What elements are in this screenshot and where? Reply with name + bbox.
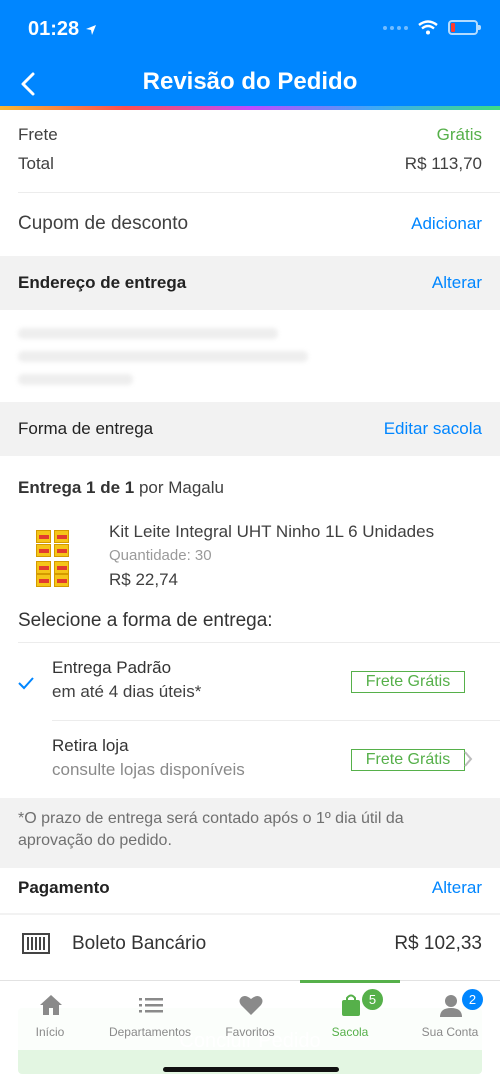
shipping-option-standard[interactable]: Entrega Padrão em até 4 dias úteis* Fret…: [0, 644, 500, 720]
page-title: Revisão do Pedido: [142, 68, 358, 95]
delivery-note: *O prazo de entrega será contado após o …: [0, 798, 500, 868]
tab-label: Sacola: [331, 1025, 369, 1039]
product-price: R$ 22,74: [109, 570, 178, 589]
wifi-icon: [418, 20, 438, 35]
total-label: Total: [18, 154, 54, 173]
edit-bag-link[interactable]: Editar sacola: [384, 419, 482, 439]
product-image: [36, 530, 72, 588]
user-icon: [440, 995, 462, 1017]
bag-icon: [342, 994, 360, 1016]
signal-icon: [383, 25, 408, 30]
chevron-right-icon: [464, 751, 473, 767]
barcode-icon: [22, 933, 50, 954]
divider: [18, 192, 500, 193]
frete-row: Frete Grátis: [0, 124, 500, 146]
status-bar: 01:28: [0, 0, 500, 58]
free-shipping-badge: Frete Grátis: [351, 749, 465, 771]
payment-method[interactable]: Boleto Bancário R$ 102,33: [0, 915, 500, 973]
account-notification-badge: 2: [462, 989, 483, 1010]
coupon-row: Cupom de desconto Adicionar: [0, 210, 500, 238]
option-name: Retira loja: [52, 736, 129, 755]
tab-label: Início: [35, 1025, 65, 1039]
status-time: 01:28: [28, 18, 97, 41]
tab-sacola[interactable]: 5 Sacola: [300, 980, 400, 1051]
home-indicator: [163, 1067, 339, 1072]
frete-value: Grátis: [436, 125, 482, 144]
heart-icon: [239, 996, 263, 1015]
bag-count-badge: 5: [362, 989, 383, 1010]
tab-departamentos[interactable]: Departamentos: [100, 981, 200, 1051]
payment-header: Pagamento Alterar: [0, 876, 500, 900]
option-name: Entrega Padrão: [52, 658, 172, 677]
header: 01:28 Revisão do Pedido: [0, 0, 500, 110]
payment-value: R$ 102,33: [394, 933, 482, 954]
option-subtitle: consulte lojas disponíveis: [52, 760, 245, 779]
frete-label: Frete: [18, 125, 58, 144]
free-shipping-badge: Frete Grátis: [351, 671, 465, 693]
address-redacted: [18, 328, 308, 397]
location-arrow-icon: [86, 24, 97, 35]
divider: [52, 720, 500, 721]
check-icon: [18, 677, 34, 690]
tab-sua-conta[interactable]: 2 Sua Conta: [400, 981, 500, 1051]
option-deadline: em até 4 dias úteis*: [52, 682, 202, 701]
address-section-header: Endereço de entrega Alterar: [0, 256, 500, 310]
product-quantity: Quantidade: 30: [109, 547, 212, 564]
shipment-count: Entrega 1 de 1: [18, 478, 135, 497]
change-address-link[interactable]: Alterar: [432, 273, 482, 293]
total-value: R$ 113,70: [404, 154, 482, 173]
bottom-tab-bar: Início Departamentos Favoritos 5 Sacola …: [0, 980, 500, 1050]
tab-inicio[interactable]: Início: [0, 981, 100, 1051]
shipping-option-pickup[interactable]: Retira loja consulte lojas disponíveis F…: [0, 722, 500, 798]
header-rainbow-bar: [0, 106, 500, 110]
home-icon: [40, 995, 62, 1015]
change-payment-link[interactable]: Alterar: [432, 878, 482, 898]
shipment-info: Entrega 1 de 1 por Magalu: [0, 476, 500, 500]
list-icon: [139, 998, 163, 1013]
add-coupon-link[interactable]: Adicionar: [411, 214, 482, 234]
tab-label: Favoritos: [225, 1025, 275, 1039]
shipment-seller: por Magalu: [134, 478, 224, 497]
product-name: Kit Leite Integral UHT Ninho 1L 6 Unidad…: [109, 522, 435, 541]
total-row: Total R$ 113,70: [0, 153, 500, 175]
payment-method-name: Boleto Bancário: [72, 933, 207, 954]
payment-title: Pagamento: [18, 878, 110, 897]
shipping-options-title: Selecione a forma de entrega:: [18, 610, 273, 631]
delivery-title: Forma de entrega: [18, 419, 154, 438]
tab-label: Sua Conta: [421, 1025, 479, 1039]
delivery-section-header: Forma de entrega Editar sacola: [0, 402, 500, 456]
status-indicators: [383, 20, 481, 35]
coupon-label: Cupom de desconto: [18, 213, 189, 234]
tab-label: Departamentos: [108, 1025, 192, 1039]
divider: [18, 642, 500, 643]
clock: 01:28: [28, 18, 80, 40]
battery-icon: [448, 20, 481, 35]
tab-favoritos[interactable]: Favoritos: [200, 981, 300, 1051]
address-title: Endereço de entrega: [18, 273, 187, 292]
